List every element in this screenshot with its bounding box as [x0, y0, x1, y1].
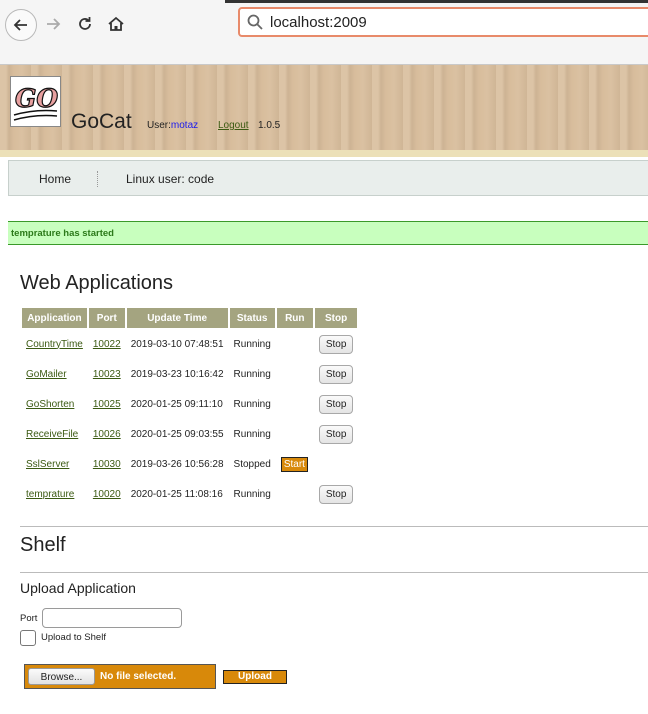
col-update-time: Update Time — [126, 308, 228, 328]
col-status: Status — [229, 308, 275, 328]
arrow-right-icon — [47, 18, 61, 30]
port-link[interactable]: 10020 — [93, 489, 121, 500]
window-edge — [225, 0, 648, 3]
user-info: User:motaz — [147, 120, 198, 131]
run-cell — [277, 480, 313, 508]
upload-button[interactable]: Upload — [223, 670, 287, 684]
stop-cell — [315, 450, 358, 478]
table-row: SslServer 10030 2019-03-26 10:56:28 Stop… — [22, 450, 357, 478]
update-time: 2019-03-23 10:16:42 — [130, 368, 224, 380]
table-row: temprature 10020 2020-01-25 11:08:16 Run… — [22, 480, 357, 508]
update-time: 2020-01-25 11:08:16 — [130, 488, 223, 500]
update-time: 2019-03-10 07:48:51 — [130, 338, 224, 350]
app-link[interactable]: GoShorten — [26, 399, 74, 410]
table-row: GoMailer 10023 2019-03-23 10:16:42 Runni… — [22, 360, 357, 388]
run-cell — [277, 420, 313, 448]
app-link[interactable]: temprature — [26, 489, 74, 500]
stop-button[interactable]: Stop — [318, 394, 354, 414]
gocat-logo: GO — [10, 76, 61, 127]
forward-button[interactable] — [38, 9, 68, 39]
home-icon — [108, 16, 124, 31]
flash-text: temprature has started — [11, 228, 114, 239]
stop-button[interactable]: Stop — [318, 424, 354, 444]
upload-application-title: Upload Application — [20, 580, 136, 596]
table-header-row: Application Port Update Time Status Run … — [22, 308, 358, 328]
stop-button[interactable]: Stop — [318, 484, 354, 504]
logo-text: GO — [15, 84, 58, 113]
user-label: User: — [147, 120, 171, 131]
main-nav: Home Linux user: code — [8, 160, 648, 196]
home-button[interactable] — [101, 9, 131, 39]
col-stop: Stop — [314, 308, 358, 328]
reload-icon — [79, 17, 91, 30]
col-run: Run — [276, 308, 313, 328]
port-input[interactable] — [42, 608, 182, 628]
header-trim — [0, 150, 648, 157]
upload-to-shelf-checkbox[interactable] — [20, 630, 36, 646]
section-divider — [20, 526, 648, 527]
nav-home-link[interactable]: Home — [39, 172, 71, 186]
section-divider — [20, 572, 648, 573]
app-link[interactable]: GoMailer — [26, 369, 67, 380]
status-stopped: Stopped — [233, 458, 271, 470]
browser-toolbar: localhost:2009 — [0, 0, 648, 64]
logout-link[interactable]: Logout — [218, 120, 249, 131]
site-header — [0, 65, 648, 150]
stop-button[interactable]: Stop — [318, 334, 354, 354]
app-name: GoCat — [71, 110, 132, 133]
flash-message: temprature has started — [8, 221, 648, 245]
url-text: localhost:2009 — [270, 14, 367, 31]
browse-button[interactable]: Browse... — [28, 668, 95, 685]
status-running: Running — [233, 428, 271, 440]
table-row: ReceiveFile 10026 2020-01-25 09:03:55 Ru… — [22, 420, 357, 448]
back-button[interactable] — [5, 9, 37, 41]
status-running: Running — [233, 338, 271, 350]
address-bar[interactable]: localhost:2009 — [238, 7, 648, 37]
web-applications-title: Web Applications — [20, 272, 174, 294]
start-button[interactable]: Start — [280, 456, 308, 472]
username: motaz — [170, 120, 199, 131]
run-cell — [277, 360, 313, 388]
run-cell — [277, 390, 313, 418]
reload-button[interactable] — [70, 9, 100, 39]
port-link[interactable]: 10023 — [93, 369, 121, 380]
port-link[interactable]: 10030 — [93, 459, 121, 470]
nav-linux-user: Linux user: code — [126, 172, 215, 186]
web-applications-table: Application Port Update Time Status Run … — [20, 306, 359, 510]
table-row: CountryTime 10022 2019-03-10 07:48:51 Ru… — [22, 330, 357, 358]
logo-image: GO — [13, 83, 59, 121]
update-time: 2019-03-26 10:56:28 — [130, 458, 224, 470]
file-picker: Browse... No file selected. — [24, 664, 216, 689]
arrow-left-icon — [13, 19, 27, 31]
update-time: 2020-01-25 09:03:55 — [130, 428, 224, 440]
status-running: Running — [233, 488, 271, 500]
app-link[interactable]: CountryTime — [26, 339, 83, 350]
col-application: Application — [22, 308, 87, 328]
port-link[interactable]: 10025 — [93, 399, 121, 410]
version-label: 1.0.5 — [258, 120, 281, 131]
col-port: Port — [88, 308, 125, 328]
nav-separator — [97, 171, 98, 187]
status-running: Running — [233, 368, 271, 380]
run-cell — [277, 330, 313, 358]
port-link[interactable]: 10022 — [93, 339, 121, 350]
search-icon — [246, 13, 264, 36]
app-link[interactable]: ReceiveFile — [26, 429, 78, 440]
no-file-text: No file selected. — [100, 671, 177, 682]
shelf-title: Shelf — [20, 534, 66, 556]
table-row: GoShorten 10025 2020-01-25 09:11:10 Runn… — [22, 390, 357, 418]
port-link[interactable]: 10026 — [93, 429, 121, 440]
update-time: 2020-01-25 09:11:10 — [130, 398, 223, 410]
status-running: Running — [233, 398, 271, 410]
stop-button[interactable]: Stop — [318, 364, 354, 384]
app-link[interactable]: SslServer — [26, 459, 69, 470]
port-label: Port — [20, 613, 38, 624]
upload-to-shelf-label: Upload to Shelf — [41, 632, 106, 643]
